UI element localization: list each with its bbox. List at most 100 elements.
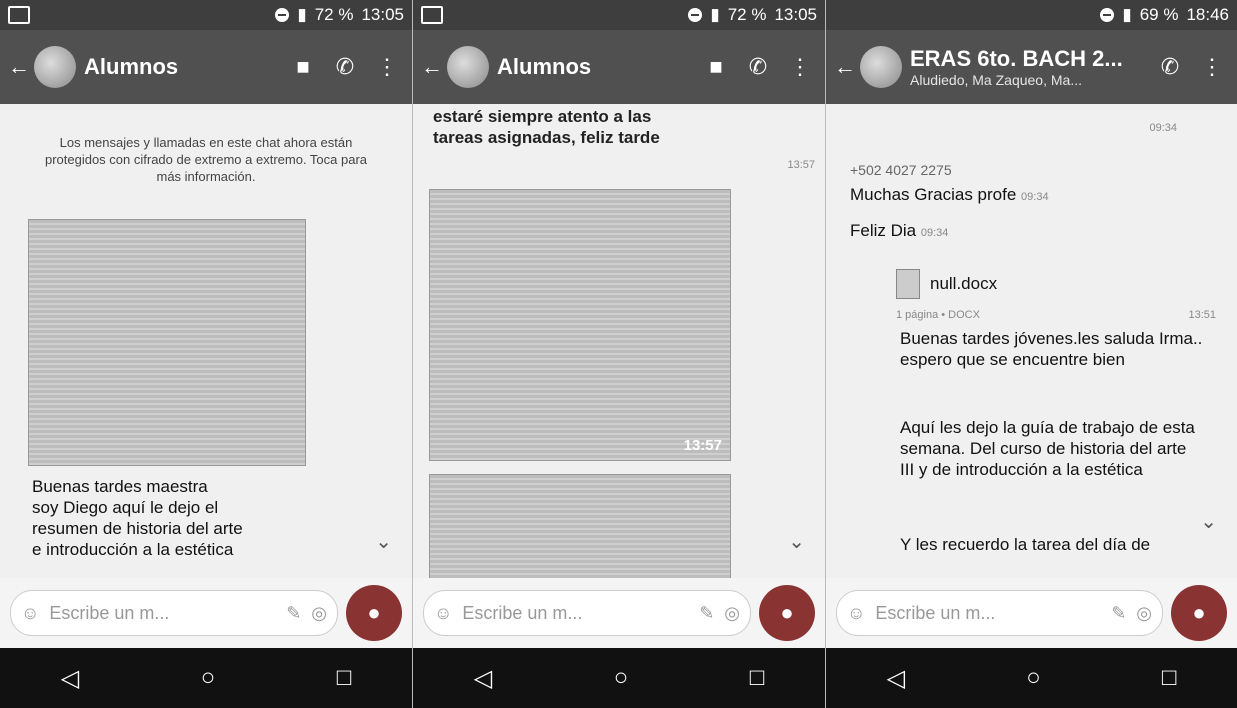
image-time: 13:57	[683, 437, 722, 454]
image-message[interactable]	[28, 219, 306, 466]
input-bar: ☺ Escribe un m... ✎ ◎ ●	[0, 578, 412, 648]
status-bar: ▮ 72 % 13:05	[0, 0, 412, 30]
camera-icon[interactable]: ◎	[724, 603, 740, 624]
document-icon	[896, 269, 920, 299]
phone-screen-1: ▮ 72 % 13:05 ← Alumnos ■ ✆ ⋮ Los mensaje…	[0, 0, 413, 708]
dnd-icon	[275, 8, 290, 22]
more-options-icon[interactable]: ⋮	[370, 54, 404, 80]
emoji-icon[interactable]: ☺	[21, 603, 39, 624]
message-text: estaré siempre atento a las tareas asign…	[433, 107, 660, 147]
message-2-time: 09:34	[920, 227, 949, 239]
group-avatar[interactable]	[860, 46, 902, 88]
document-message[interactable]: null.docx 1 página • DOCX 13:51	[896, 269, 1226, 321]
document-meta: 1 página • DOCX	[896, 309, 980, 321]
image-message[interactable]: 13:57	[429, 189, 731, 461]
more-options-icon[interactable]: ⋮	[1195, 54, 1229, 80]
recents-nav-icon[interactable]: □	[750, 664, 765, 692]
message-time: 09:34	[1149, 122, 1177, 134]
attach-icon[interactable]: ✎	[1111, 603, 1126, 624]
camera-icon[interactable]: ◎	[1136, 603, 1152, 624]
back-nav-icon[interactable]: ◁	[61, 664, 79, 693]
android-navbar: ◁ ○ □	[0, 648, 412, 708]
image-message[interactable]	[429, 474, 731, 578]
message-input-placeholder[interactable]: Escribe un m...	[875, 603, 1101, 624]
clock: 13:05	[361, 5, 404, 24]
group-avatar[interactable]	[34, 46, 76, 88]
encryption-note[interactable]: Los mensajes y llamadas en este chat aho…	[40, 134, 372, 185]
camera-icon[interactable]: ◎	[311, 603, 327, 624]
back-arrow-icon[interactable]: ←	[8, 54, 30, 80]
document-meta-row: 1 página • DOCX 13:51	[896, 309, 1216, 321]
signal-icon: ▮	[710, 5, 720, 24]
document-row[interactable]: null.docx	[896, 269, 1226, 299]
chat-header[interactable]: ERAS 6to. BACH 2... Aludiedo, Ma Zaqueo,…	[910, 46, 1145, 88]
sender-phone[interactable]: +502 4027 2275	[850, 162, 952, 178]
mic-button[interactable]: ●	[346, 585, 402, 641]
back-nav-icon[interactable]: ◁	[887, 664, 905, 693]
chat-title[interactable]: Alumnos	[497, 54, 691, 80]
emoji-icon[interactable]: ☺	[434, 603, 452, 624]
message-input[interactable]: ☺ Escribe un m... ✎ ◎	[836, 590, 1163, 636]
mic-icon: ●	[1192, 600, 1206, 625]
message-input[interactable]: ☺ Escribe un m... ✎ ◎	[10, 590, 338, 636]
message-1: Muchas Gracias profe 09:34	[850, 184, 1049, 208]
battery-percent: 72 %	[314, 5, 354, 24]
group-avatar[interactable]	[447, 46, 489, 88]
phone-screen-3: ▮ 69 % 18:46 ← ERAS 6to. BACH 2... Aludi…	[826, 0, 1237, 708]
battery-percent: 72 %	[727, 5, 767, 24]
clock: 18:46	[1186, 5, 1229, 24]
image-notification-icon	[421, 6, 443, 24]
mic-button[interactable]: ●	[1171, 585, 1227, 641]
android-navbar: ◁ ○ □	[413, 648, 825, 708]
signal-icon: ▮	[297, 5, 307, 24]
phone-screen-2: ▮ 72 % 13:05 ← Alumnos ■ ✆ ⋮ estaré siem…	[413, 0, 826, 708]
recents-nav-icon[interactable]: □	[1162, 664, 1177, 692]
back-arrow-icon[interactable]: ←	[421, 54, 443, 80]
more-options-icon[interactable]: ⋮	[783, 54, 817, 80]
attach-icon[interactable]: ✎	[699, 603, 714, 624]
message-1-time: 09:34	[1021, 191, 1049, 203]
document-time: 13:51	[1188, 309, 1216, 321]
signal-icon: ▮	[1122, 5, 1132, 24]
video-call-icon[interactable]: ■	[699, 54, 733, 80]
back-nav-icon[interactable]: ◁	[474, 664, 492, 693]
chat-content: Los mensajes y llamadas en este chat aho…	[0, 104, 412, 578]
add-call-icon[interactable]: ✆	[1153, 54, 1187, 80]
android-navbar: ◁ ○ □	[826, 648, 1237, 708]
chat-content: 09:34 +502 4027 2275 Muchas Gracias prof…	[826, 104, 1237, 578]
home-nav-icon[interactable]: ○	[1026, 664, 1041, 692]
chat-toolbar: ← Alumnos ■ ✆ ⋮	[0, 30, 412, 104]
home-nav-icon[interactable]: ○	[614, 664, 629, 692]
video-call-icon[interactable]: ■	[286, 54, 320, 80]
scroll-down-icon[interactable]: ⌄	[1200, 509, 1217, 534]
document-name: null.docx	[930, 274, 998, 293]
voice-call-icon[interactable]: ✆	[741, 54, 775, 80]
attach-icon[interactable]: ✎	[286, 603, 301, 624]
home-nav-icon[interactable]: ○	[201, 664, 216, 692]
chat-content: estaré siempre atento a las tareas asign…	[413, 104, 825, 578]
mic-icon: ●	[780, 600, 794, 625]
message-1-text: Muchas Gracias profe	[850, 185, 1017, 204]
status-bar: ▮ 72 % 13:05	[413, 0, 825, 30]
chat-subtitle: Aludiedo, Ma Zaqueo, Ma...	[910, 72, 1082, 88]
image-notification-icon	[8, 6, 30, 24]
emoji-icon[interactable]: ☺	[847, 603, 865, 624]
message-5: Y les recuerdo la tarea del día de	[900, 535, 1151, 554]
scroll-down-icon[interactable]: ⌄	[375, 529, 392, 554]
clock: 13:05	[774, 5, 817, 24]
message-2-text: Feliz Dia	[850, 221, 917, 240]
input-bar: ☺ Escribe un m... ✎ ◎ ●	[826, 578, 1237, 648]
message-time: 13:57	[787, 159, 815, 171]
mic-button[interactable]: ●	[759, 585, 815, 641]
chat-title: ERAS 6to. BACH 2...	[910, 46, 1123, 71]
message-input[interactable]: ☺ Escribe un m... ✎ ◎	[423, 590, 751, 636]
voice-call-icon[interactable]: ✆	[328, 54, 362, 80]
dnd-icon	[688, 8, 703, 22]
chat-toolbar: ← Alumnos ■ ✆ ⋮	[413, 30, 825, 104]
scroll-down-icon[interactable]: ⌄	[788, 529, 805, 554]
message-input-placeholder[interactable]: Escribe un m...	[462, 603, 689, 624]
message-input-placeholder[interactable]: Escribe un m...	[49, 603, 276, 624]
recents-nav-icon[interactable]: □	[337, 664, 352, 692]
chat-title[interactable]: Alumnos	[84, 54, 278, 80]
back-arrow-icon[interactable]: ←	[834, 54, 856, 80]
